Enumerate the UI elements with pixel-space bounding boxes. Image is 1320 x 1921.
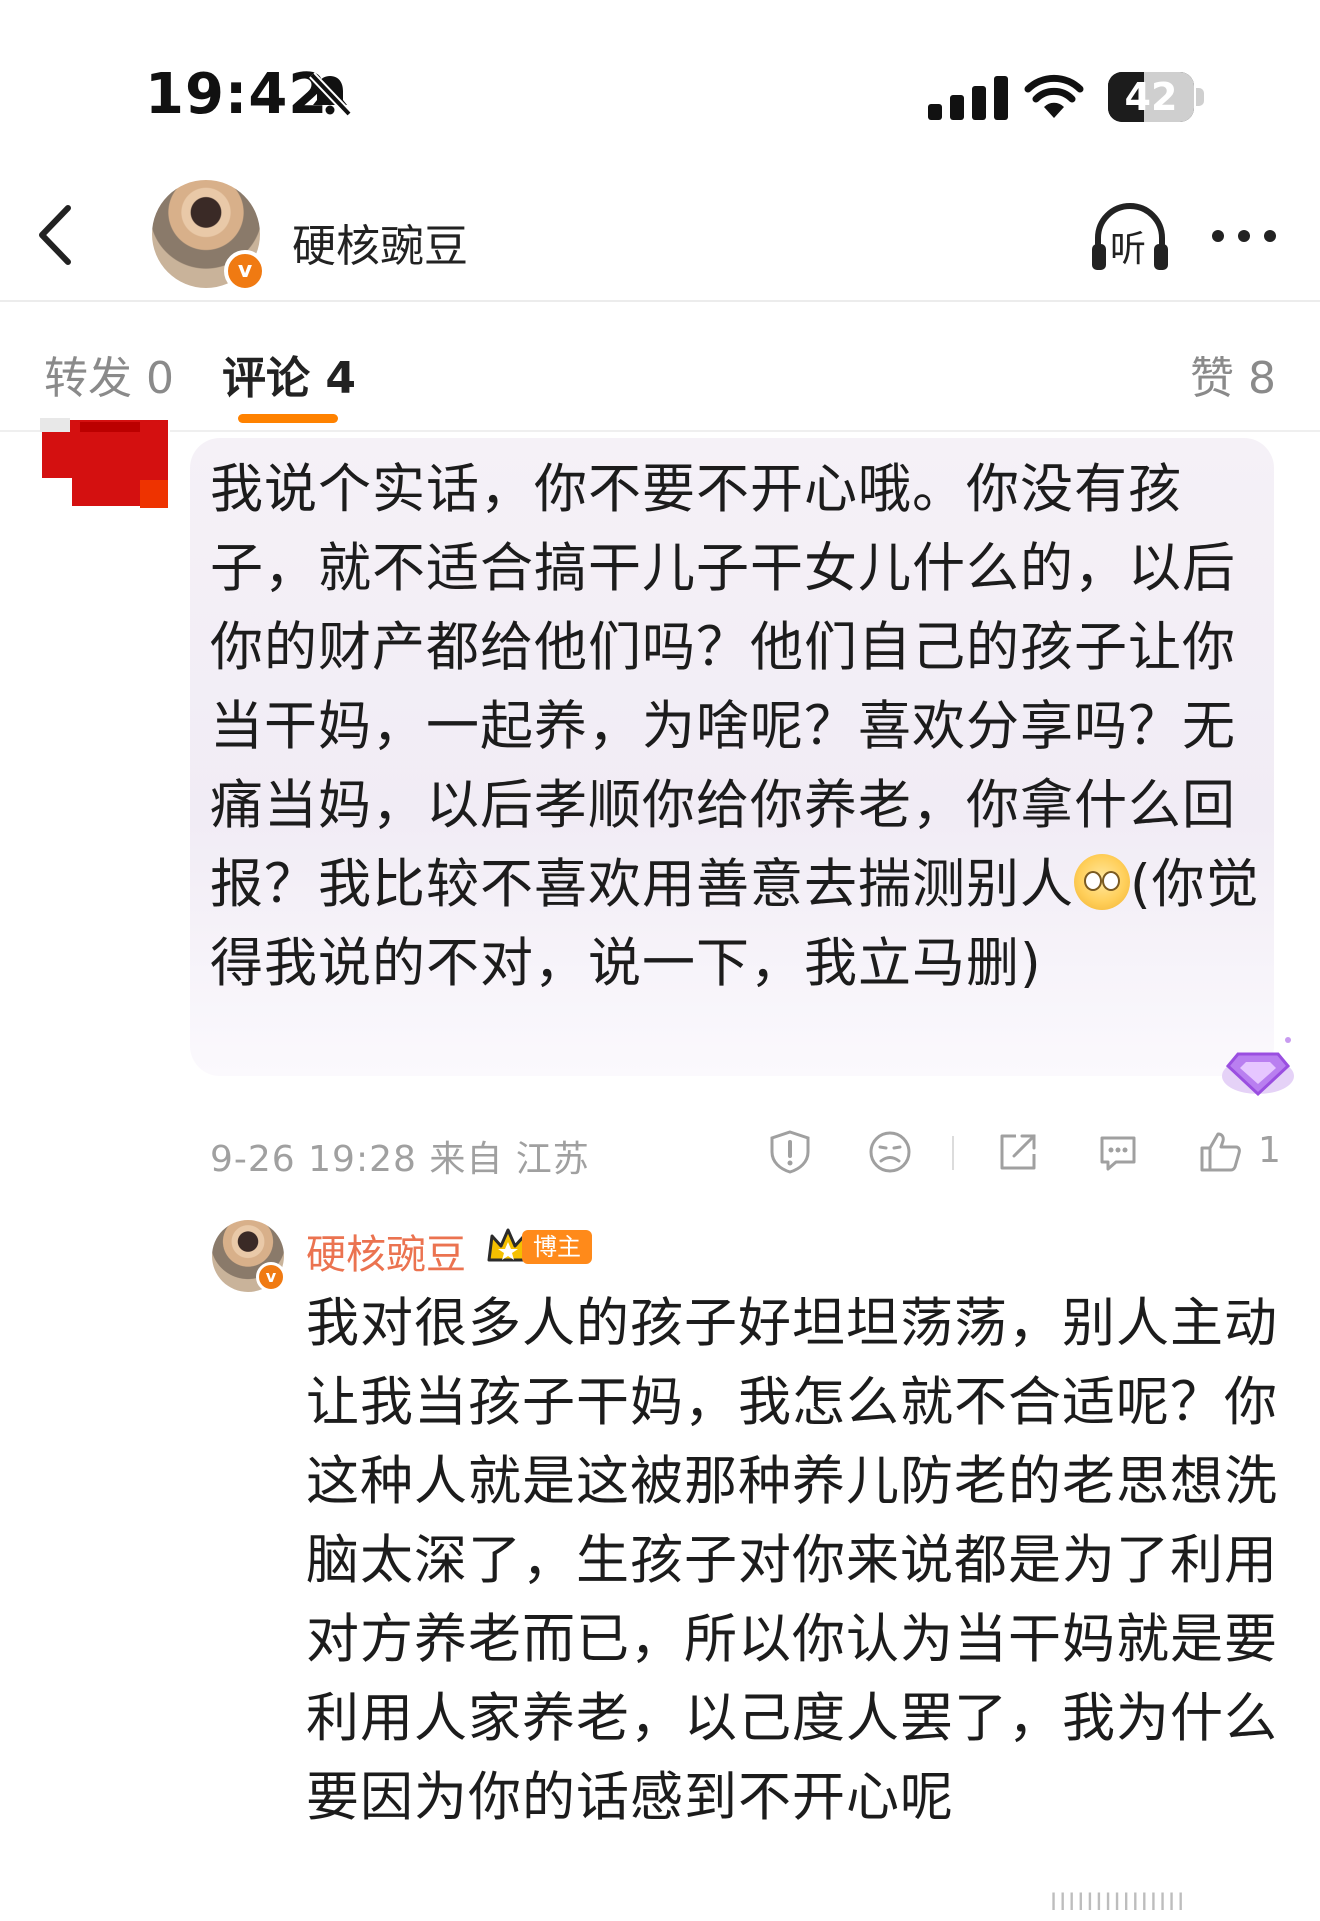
listen-button[interactable]: 听 bbox=[1088, 200, 1172, 276]
commenter-avatar-redacted[interactable] bbox=[40, 418, 170, 510]
watermark: IIIIIIIIIIIIIII bbox=[1050, 1888, 1187, 1916]
comment-body: 我说个实话，你不要不开心哦。你没有孩子，就不适合搞干儿子干女儿什么的，以后你的财… bbox=[210, 450, 1260, 1003]
battery-level: 42 bbox=[1124, 75, 1178, 119]
tabs-divider bbox=[0, 430, 1320, 432]
comment-text: 我说个实话，你不要不开心哦。你没有孩子，就不适合搞干儿子干女儿什么的，以后你的财… bbox=[210, 459, 1236, 915]
diamond-gem-icon bbox=[1222, 1037, 1294, 1097]
reply-verified-badge: v bbox=[256, 1262, 286, 1292]
tab-likes[interactable]: 赞 8 bbox=[1190, 342, 1276, 406]
eye-roll-emoji-icon bbox=[1074, 854, 1130, 910]
action-divider bbox=[952, 1136, 954, 1170]
reply-username[interactable]: 硬核豌豆 bbox=[306, 1222, 466, 1280]
wifi-icon bbox=[1024, 74, 1084, 118]
reply-body: 我对很多人的孩子好坦坦荡荡，别人主动让我当孩子干妈，我怎么就不合适呢？你这种人就… bbox=[306, 1293, 1278, 1828]
tab-comments[interactable]: 评论 4 bbox=[222, 342, 356, 406]
status-time: 19:42 bbox=[145, 62, 329, 127]
thumbs-up-icon[interactable] bbox=[1196, 1128, 1244, 1176]
share-icon[interactable] bbox=[994, 1128, 1042, 1176]
active-tab-indicator bbox=[238, 414, 338, 423]
like-count: 1 bbox=[1258, 1130, 1281, 1171]
signal-icon bbox=[928, 76, 1008, 120]
blogger-badge: 博主 bbox=[486, 1224, 594, 1268]
dislike-face-icon[interactable] bbox=[866, 1128, 914, 1176]
reply-comment-icon[interactable] bbox=[1094, 1128, 1142, 1176]
tab-reposts[interactable]: 转发 0 bbox=[44, 342, 174, 406]
report-icon[interactable] bbox=[766, 1128, 814, 1176]
verified-badge: v bbox=[224, 250, 266, 292]
comment-meta: 9-26 19:28 来自 江苏 bbox=[210, 1139, 590, 1180]
bell-muted-icon bbox=[309, 72, 352, 117]
back-arrow-icon[interactable] bbox=[32, 200, 82, 270]
header-divider bbox=[0, 300, 1320, 302]
blogger-badge-label: 博主 bbox=[522, 1230, 592, 1264]
more-options-icon[interactable] bbox=[1208, 226, 1280, 246]
header-username[interactable]: 硬核豌豆 bbox=[292, 210, 468, 274]
listen-label: 听 bbox=[1110, 229, 1147, 270]
battery-indicator: 42 bbox=[1108, 72, 1204, 122]
